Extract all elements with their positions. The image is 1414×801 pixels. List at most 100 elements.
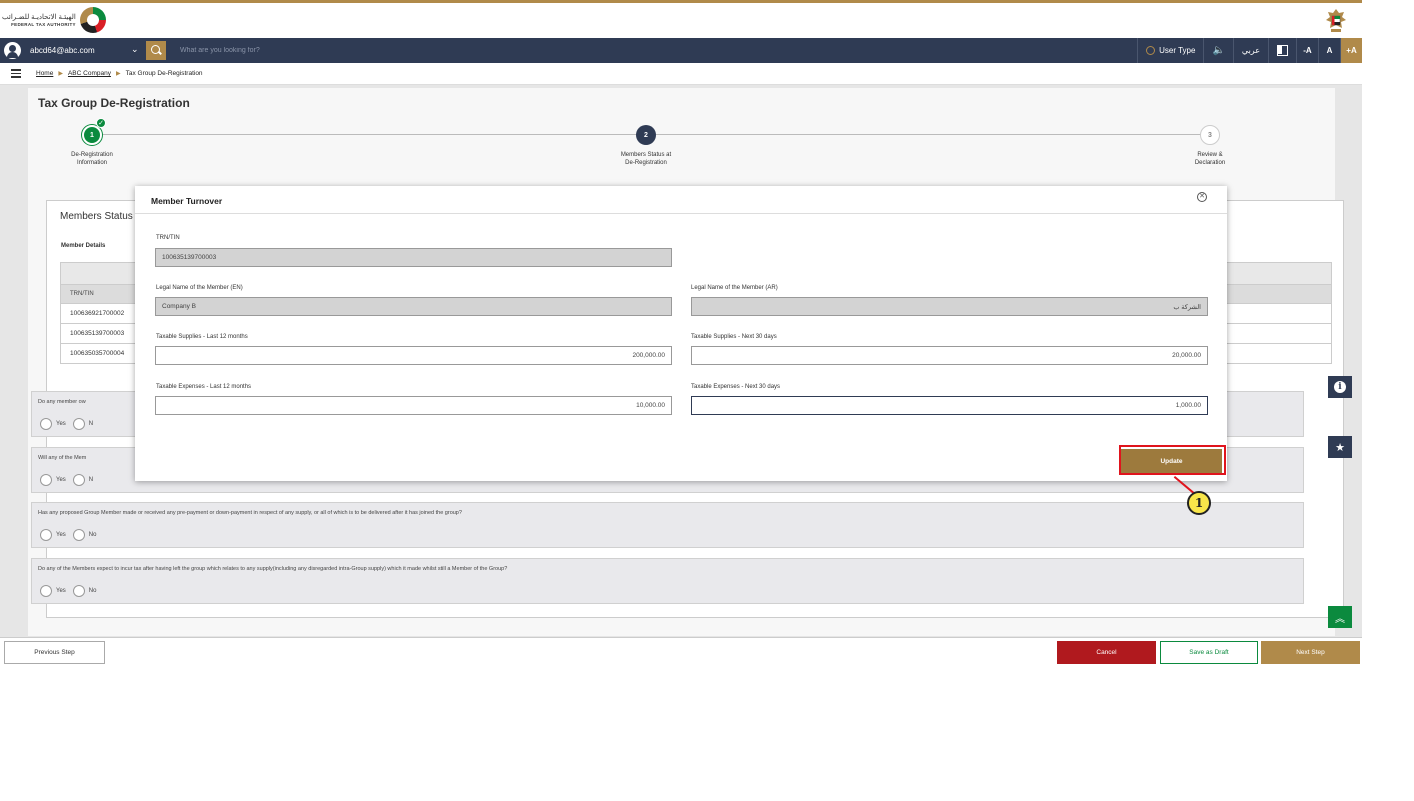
step-1-label-line2: Information xyxy=(76,160,107,166)
radio-no-label: No xyxy=(88,532,97,538)
question-text: Do any of the Members expect to incur ta… xyxy=(38,566,508,572)
nav-tools: User Type 🔈 عربي -A A +A xyxy=(1137,38,1362,63)
trn-label: TRN/TIN xyxy=(156,235,180,241)
step-2-label-line1: Members Status at xyxy=(620,152,672,158)
step-2-label: Members Status at De-Registration xyxy=(586,151,706,167)
step-3-circle[interactable]: 3 xyxy=(1200,125,1220,145)
info-icon: i xyxy=(1334,381,1346,393)
previous-step-button[interactable]: Previous Step xyxy=(4,641,105,664)
members-status-title: Members Status xyxy=(60,211,133,222)
expenses-next-field[interactable] xyxy=(691,396,1208,415)
language-toggle[interactable]: عربي xyxy=(1232,38,1268,63)
logo-arabic-text: الهيئـة الاتحاديـة للضـرائب xyxy=(2,13,76,21)
chevron-down-icon[interactable]: ⌄ xyxy=(131,44,139,55)
name-en-field[interactable] xyxy=(155,297,672,316)
step-2-circle[interactable]: 2 xyxy=(636,125,656,145)
question-options: Yes N xyxy=(40,474,100,486)
top-header: الهيئـة الاتحاديـة للضـرائب FEDERAL TAX … xyxy=(0,0,1362,38)
question-options: Yes N xyxy=(40,418,100,430)
contrast-toggle[interactable] xyxy=(1268,38,1296,63)
supplies-last-field[interactable] xyxy=(155,346,672,365)
step-2-label-line2: De-Registration xyxy=(625,160,667,166)
app-window: الهيئـة الاتحاديـة للضـرائب FEDERAL TAX … xyxy=(0,0,1362,666)
radio-yes-label: Yes xyxy=(56,421,66,427)
expenses-last-field[interactable] xyxy=(155,396,672,415)
radio-yes-label: Yes xyxy=(56,588,66,594)
radio-yes[interactable] xyxy=(40,418,52,430)
scroll-top-button[interactable]: ︽ xyxy=(1328,606,1352,628)
close-icon[interactable]: ✕ xyxy=(1197,192,1207,202)
trn-field[interactable] xyxy=(155,248,672,267)
member-details-label: Member Details xyxy=(61,243,106,249)
cancel-button[interactable]: Cancel xyxy=(1057,641,1156,664)
step-3-label: Review & Declaration xyxy=(1150,151,1270,167)
radio-yes[interactable] xyxy=(40,529,52,541)
modal-header: Member Turnover ✕ xyxy=(135,186,1227,214)
annotation-step-badge: 1 xyxy=(1187,491,1211,515)
user-type-label: User Type xyxy=(1159,46,1196,55)
uae-emblem-icon xyxy=(1326,9,1346,32)
radio-no[interactable] xyxy=(72,529,85,541)
name-en-label: Legal Name of the Member (EN) xyxy=(156,285,243,291)
modal-title: Member Turnover xyxy=(151,196,223,206)
next-step-button[interactable]: Next Step xyxy=(1261,641,1360,664)
question-options: Yes No xyxy=(40,529,103,541)
breadcrumb-arrow-icon: ▶ xyxy=(115,71,121,77)
step-1-circle[interactable]: 1 xyxy=(82,125,102,145)
question-options: Yes No xyxy=(40,585,103,597)
favorite-button[interactable]: ★ xyxy=(1328,436,1352,458)
supplies-last-label: Taxable Supplies - Last 12 months xyxy=(156,334,248,340)
user-type-icon xyxy=(1146,46,1156,55)
step-3-label-line1: Review & xyxy=(1197,152,1223,158)
name-ar-label: Legal Name of the Member (AR) xyxy=(691,285,778,291)
search-input[interactable] xyxy=(166,41,466,60)
nav-bar: abcd64@abc.com ⌄ User Type 🔈 عربي -A A +… xyxy=(0,38,1362,63)
logo-english-text: FEDERAL TAX AUTHORITY xyxy=(11,21,76,27)
breadcrumb-company[interactable]: ABC Company xyxy=(68,70,111,77)
user-email[interactable]: abcd64@abc.com xyxy=(30,46,95,55)
radio-yes[interactable] xyxy=(40,474,52,486)
supplies-next-field[interactable] xyxy=(691,346,1208,365)
user-avatar-icon[interactable] xyxy=(4,42,21,59)
contrast-icon xyxy=(1277,45,1288,56)
question-text: Do any member ow xyxy=(38,399,86,405)
info-button[interactable]: i xyxy=(1328,376,1352,398)
radio-no-label: No xyxy=(88,588,97,594)
radio-no-label: N xyxy=(88,421,94,427)
user-type-button[interactable]: User Type xyxy=(1137,38,1203,63)
breadcrumb-home[interactable]: Home xyxy=(36,70,53,77)
font-increase-button[interactable]: +A xyxy=(1340,38,1362,63)
radio-no[interactable] xyxy=(72,585,85,597)
radio-yes[interactable] xyxy=(40,585,52,597)
radio-no[interactable] xyxy=(72,474,85,486)
question-prepayment: Has any proposed Group Member made or re… xyxy=(31,502,1304,548)
radio-no[interactable] xyxy=(72,418,85,430)
breadcrumb-arrow-icon: ▶ xyxy=(58,71,63,77)
fta-logo[interactable]: الهيئـة الاتحاديـة للضـرائب FEDERAL TAX … xyxy=(2,7,106,33)
breadcrumb-current: Tax Group De-Registration xyxy=(125,70,203,77)
font-normal-button[interactable]: A xyxy=(1318,38,1340,63)
speaker-icon[interactable]: 🔈 xyxy=(1203,38,1232,63)
page-title: Tax Group De-Registration xyxy=(38,96,190,110)
breadcrumb: Home ▶ ABC Company ▶ Tax Group De-Regist… xyxy=(0,63,1362,85)
logo-ring-icon xyxy=(79,7,106,33)
logo-text: الهيئـة الاتحاديـة للضـرائب FEDERAL TAX … xyxy=(2,13,76,28)
step-1-label-line1: De-Registration xyxy=(71,152,113,158)
member-turnover-modal: Member Turnover ✕ TRN/TIN Legal Name of … xyxy=(135,186,1227,481)
expenses-last-label: Taxable Expenses - Last 12 months xyxy=(156,384,252,390)
hamburger-menu-icon[interactable] xyxy=(11,69,21,78)
radio-yes-label: Yes xyxy=(56,532,66,538)
radio-yes-label: Yes xyxy=(56,477,66,483)
expenses-next-label: Taxable Expenses - Next 30 days xyxy=(691,384,781,390)
question-incur-tax: Do any of the Members expect to incur ta… xyxy=(31,558,1304,604)
question-text: Has any proposed Group Member made or re… xyxy=(38,510,462,516)
save-draft-button[interactable]: Save as Draft xyxy=(1160,641,1258,664)
annotation-highlight-box xyxy=(1119,445,1226,475)
name-ar-field[interactable] xyxy=(691,297,1208,316)
search-icon[interactable] xyxy=(146,41,166,60)
font-decrease-button[interactable]: -A xyxy=(1296,38,1318,63)
footer-actions: Previous Step Cancel Save as Draft Next … xyxy=(0,637,1362,666)
step-1-label: De-Registration Information xyxy=(32,151,152,167)
star-icon: ★ xyxy=(1335,441,1345,454)
radio-no-label: N xyxy=(88,477,94,483)
